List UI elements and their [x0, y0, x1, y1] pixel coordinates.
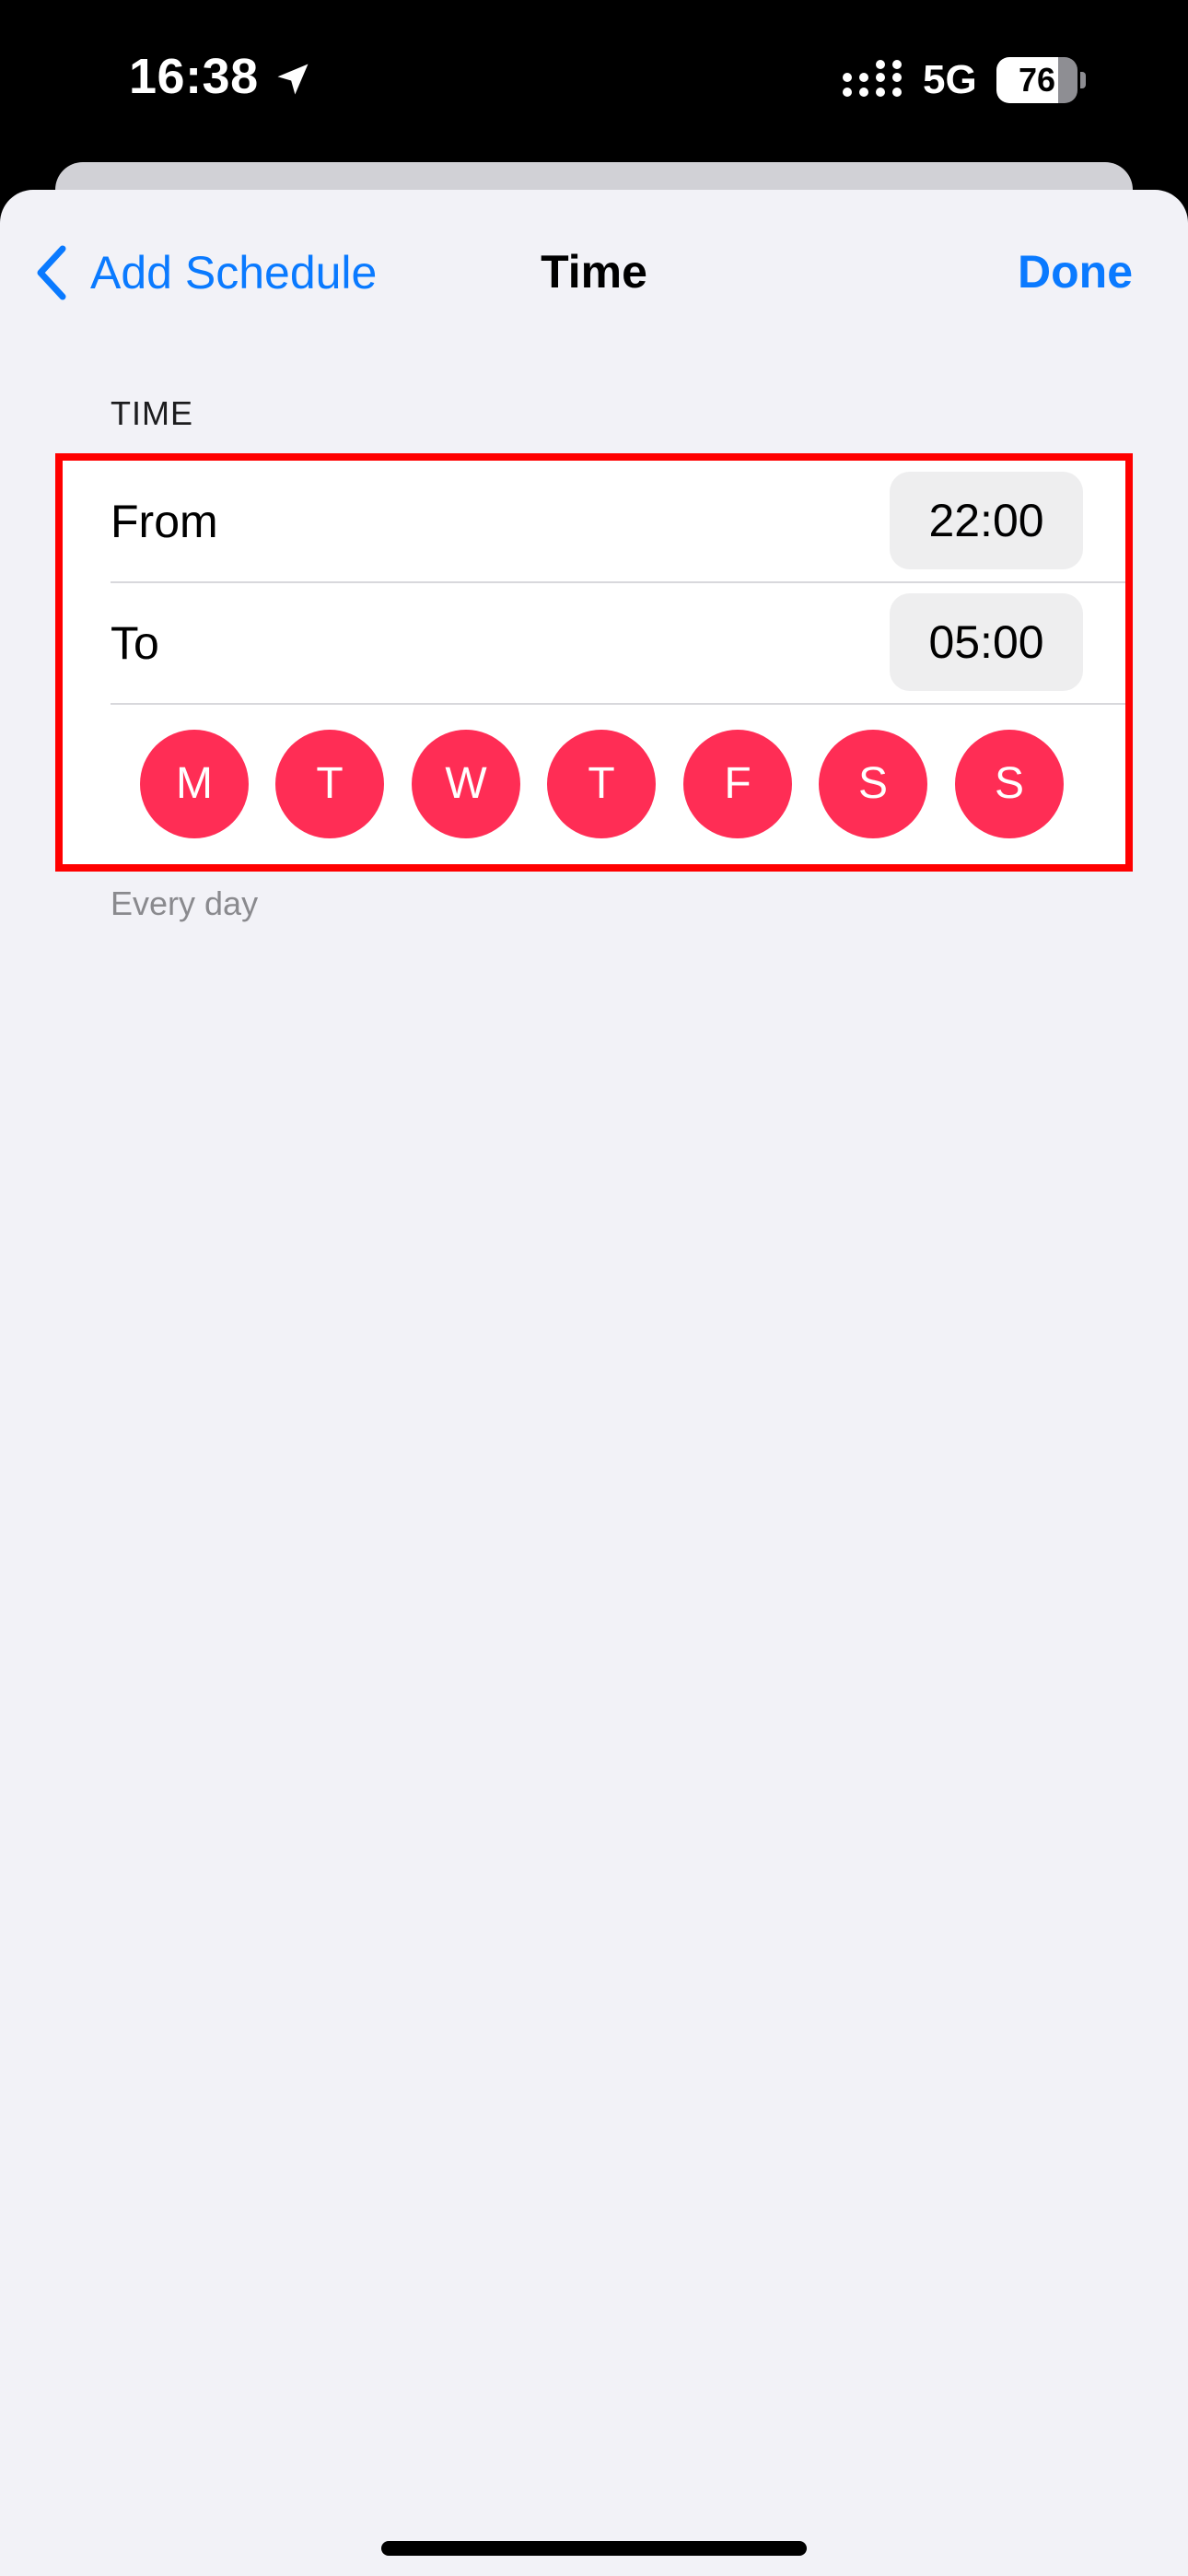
to-label: To: [111, 617, 159, 669]
network-type: 5G: [923, 57, 977, 102]
status-time: 16:38: [129, 49, 259, 104]
day-toggle-saturday[interactable]: S: [819, 730, 927, 838]
day-toggle-sunday[interactable]: S: [955, 730, 1064, 838]
repeat-summary: Every day: [111, 884, 259, 922]
weekday-selector: M T W T F S S: [63, 704, 1125, 864]
back-button-label: Add Schedule: [90, 247, 378, 299]
day-toggle-wednesday[interactable]: W: [412, 730, 520, 838]
battery-icon: 76: [996, 57, 1086, 103]
day-toggle-thursday[interactable]: T: [547, 730, 656, 838]
time-settings-group: From 22:00 To 05:00 M T W T F S S: [55, 453, 1133, 872]
from-label: From: [111, 496, 218, 547]
chevron-left-icon: [37, 245, 66, 300]
from-time-picker[interactable]: 22:00: [890, 472, 1083, 569]
section-header-time: TIME: [111, 394, 193, 432]
navigation-bar: Add Schedule Time Done: [0, 190, 1188, 346]
battery-level: 76: [1018, 61, 1056, 99]
back-button[interactable]: Add Schedule: [33, 236, 377, 310]
status-bar: 16:38 5G 76: [0, 0, 1188, 164]
cellular-signal-icon: [843, 60, 902, 97]
to-row[interactable]: To 05:00: [63, 582, 1125, 704]
day-toggle-monday[interactable]: M: [140, 730, 249, 838]
to-time-picker[interactable]: 05:00: [890, 593, 1083, 691]
done-button[interactable]: Done: [1018, 245, 1133, 299]
day-toggle-tuesday[interactable]: T: [275, 730, 384, 838]
home-indicator[interactable]: [381, 2541, 807, 2556]
location-arrow-icon: [277, 64, 309, 95]
day-toggle-friday[interactable]: F: [683, 730, 792, 838]
from-row[interactable]: From 22:00: [63, 461, 1125, 582]
time-sheet: Add Schedule Time Done TIME From 22:00 T…: [0, 190, 1188, 2576]
